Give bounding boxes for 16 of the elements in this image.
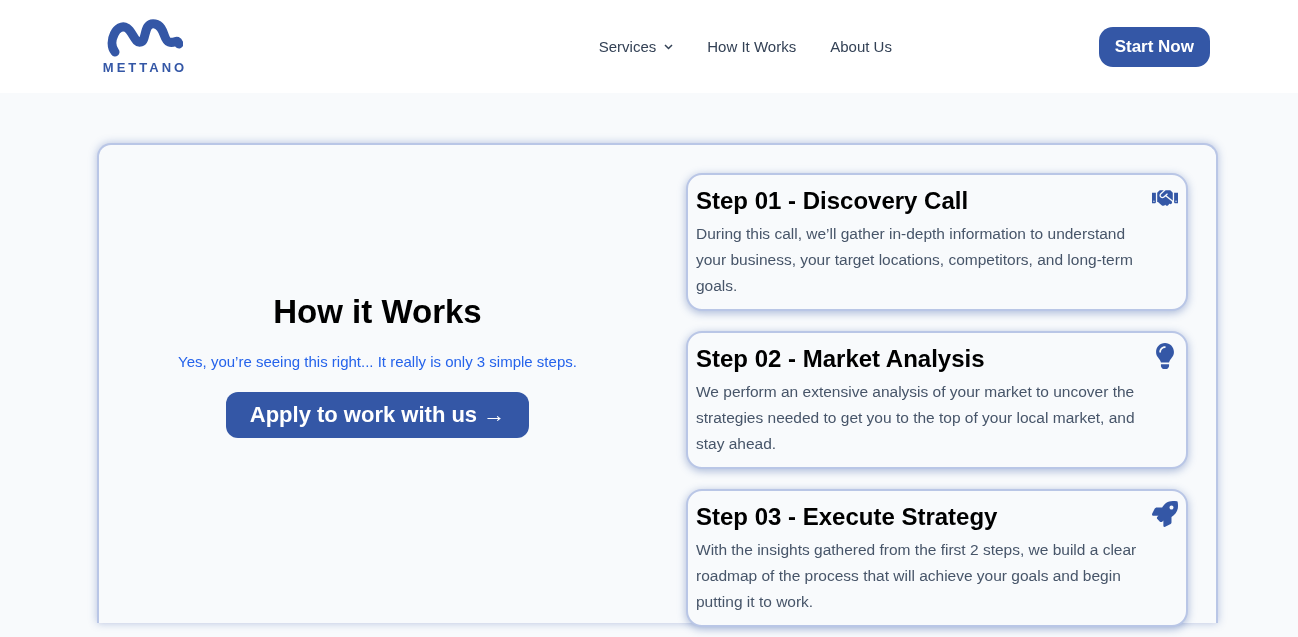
- step-description: During this call, we’ll gather in-depth information to understand your business, your target locations, competitors, and long-term goals.: [696, 224, 1134, 296]
- start-now-button[interactable]: Start Now: [1098, 26, 1210, 67]
- nav-link[interactable]: About Us: [830, 38, 892, 55]
- step-description: We perform an extensive analysis of your market to uncover the strategies needed to get you to the top of your local market, and stay ahead.: [696, 382, 1136, 454]
- logo-icon: [107, 18, 183, 58]
- rocket-icon: [1152, 501, 1178, 527]
- section-title: How it Works: [273, 292, 482, 331]
- subtitle: Yes, you’re seeing this right... It really is only 3 simple steps.: [178, 352, 577, 370]
- step-title: Step 03 - Execute Strategy: [696, 503, 999, 531]
- step-description: With the insights gathered from the first 2 steps, we build a clear roadmap of the process that will achieve your goals and begin putting it to work.: [696, 540, 1138, 612]
- nav-link[interactable]: Services: [598, 38, 674, 55]
- nav-link[interactable]: How It Works: [707, 38, 797, 55]
- step-title: Step 02 - Market Analysis: [696, 345, 986, 373]
- apply-button[interactable]: Apply to work with us →: [225, 391, 530, 438]
- logo-text: METTANO: [102, 60, 188, 75]
- step-title: Step 01 - Discovery Call: [696, 187, 970, 215]
